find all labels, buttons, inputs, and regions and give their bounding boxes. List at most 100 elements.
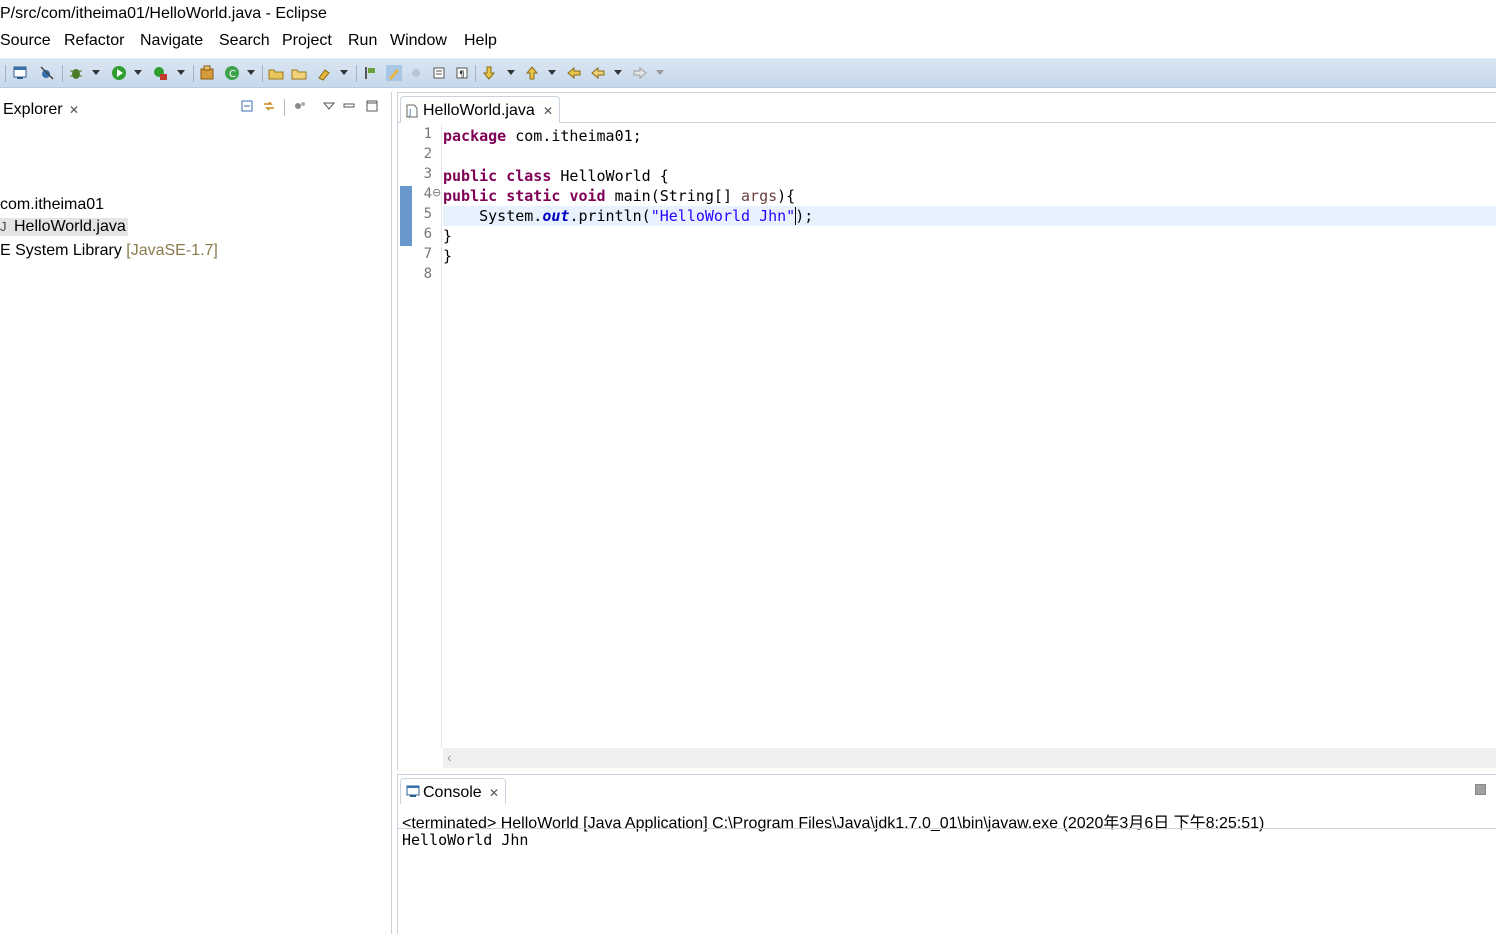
line-number: 3 xyxy=(423,166,432,182)
menu-navigate[interactable]: Navigate xyxy=(140,32,203,50)
new-java-class-icon[interactable]: C xyxy=(224,65,240,81)
open-perspective-icon[interactable] xyxy=(12,65,28,81)
tab-label: HelloWorld.java xyxy=(423,102,535,119)
editor-tab-bar: J HelloWorld.java ✕ xyxy=(398,93,1496,123)
next-edit-icon[interactable] xyxy=(481,65,497,81)
run-dropdown-icon[interactable] xyxy=(134,70,142,75)
library-label: E System Library xyxy=(0,242,122,259)
text-caret xyxy=(795,207,796,225)
toolbar-separator xyxy=(5,65,6,82)
debug-dropdown-icon[interactable] xyxy=(92,70,100,75)
menu-window[interactable]: Window xyxy=(390,32,447,50)
view-menu-icon[interactable] xyxy=(322,99,336,113)
previous-edit-icon[interactable] xyxy=(524,65,540,81)
new-class-dropdown-icon[interactable] xyxy=(247,70,255,75)
fold-toggle-icon[interactable]: ⊖ xyxy=(432,186,441,199)
last-edit-location-icon[interactable] xyxy=(566,65,582,81)
tree-package-com-itheima01[interactable]: com.itheima01 xyxy=(0,196,104,214)
menu-bar: Source Refactor Navigate Search Project … xyxy=(0,30,1496,54)
svg-text:J: J xyxy=(408,108,411,117)
link-with-editor-icon[interactable] xyxy=(262,99,276,113)
external-tools-dropdown-icon[interactable] xyxy=(177,70,185,75)
maximize-icon[interactable] xyxy=(365,99,379,113)
menu-help[interactable]: Help xyxy=(464,32,497,50)
console-icon xyxy=(406,785,420,797)
forward-icon[interactable] xyxy=(632,65,648,81)
line-number: 8 xyxy=(423,266,432,282)
tab-package-explorer[interactable]: Explorer ✕ xyxy=(0,95,90,123)
new-java-project-icon[interactable] xyxy=(199,65,215,81)
package-explorer-view: Explorer ✕ com.itheima01 J HelloWorld.jav… xyxy=(0,92,392,934)
forward-dropdown-icon[interactable] xyxy=(656,70,664,75)
previous-edit-dropdown-icon[interactable] xyxy=(548,70,556,75)
code-line: package com.itheima01; xyxy=(443,127,642,145)
line-number: 4 xyxy=(423,186,432,202)
tab-label: Console xyxy=(423,784,482,801)
focus-on-active-task-icon[interactable] xyxy=(293,99,307,113)
code-line: } xyxy=(443,247,453,265)
window-title: P/src/com/itheima01/HelloWorld.java - Ec… xyxy=(0,5,327,22)
toolbar-separator xyxy=(262,65,263,82)
line-number: 7 xyxy=(423,246,432,262)
line-number-gutter: 1 2 3 4 ⊖ 5 6 7 8 xyxy=(412,124,442,748)
console-divider xyxy=(398,828,1496,829)
console-view: Console ✕ <terminated> HelloWorld [Java … xyxy=(397,774,1496,934)
code-line: } xyxy=(443,227,453,245)
code-line: System.out.println("HelloWorld Jhn"); xyxy=(443,207,814,225)
close-icon[interactable]: ✕ xyxy=(489,786,499,800)
search-dropdown-icon[interactable] xyxy=(340,70,348,75)
line-number: 1 xyxy=(423,126,432,142)
tree-jre-system-library[interactable]: E System Library [JavaSE-1.7] xyxy=(0,242,218,260)
change-marker xyxy=(400,186,412,246)
line-number: 2 xyxy=(423,146,432,162)
close-icon[interactable]: ✕ xyxy=(543,104,553,118)
overview-ruler xyxy=(398,124,412,748)
line-number: 6 xyxy=(423,226,432,242)
run-icon[interactable] xyxy=(111,65,127,81)
svg-text:¶: ¶ xyxy=(459,70,465,80)
tree-file-helloworld[interactable]: J HelloWorld.java xyxy=(0,218,128,236)
horizontal-scrollbar[interactable]: ‹ xyxy=(443,748,1496,768)
menu-search[interactable]: Search xyxy=(219,32,270,50)
java-file-icon: J xyxy=(0,219,7,234)
open-folder-icon[interactable] xyxy=(291,65,307,81)
scroll-left-icon[interactable]: ‹ xyxy=(447,749,452,765)
back-dropdown-icon[interactable] xyxy=(614,70,622,75)
toggle-mark-occurrences-icon[interactable] xyxy=(362,65,378,81)
package-label: com.itheima01 xyxy=(0,196,105,213)
toggle-block-selection-icon[interactable] xyxy=(386,65,402,81)
menu-source[interactable]: Source xyxy=(0,32,51,50)
file-label: HelloWorld.java xyxy=(14,218,126,235)
next-edit-dropdown-icon[interactable] xyxy=(507,70,515,75)
menu-run[interactable]: Run xyxy=(348,32,377,50)
open-type-icon[interactable] xyxy=(268,65,284,81)
minimize-icon[interactable] xyxy=(342,99,356,113)
next-annotation-icon[interactable] xyxy=(431,65,447,81)
tab-helloworld-java[interactable]: J HelloWorld.java ✕ xyxy=(400,96,560,123)
debug-icon[interactable] xyxy=(68,65,84,81)
tab-console[interactable]: Console ✕ xyxy=(400,778,506,804)
java-file-icon: J xyxy=(406,104,418,118)
search-icon[interactable] xyxy=(316,65,332,81)
show-whitespace-icon[interactable] xyxy=(408,65,424,81)
close-icon[interactable]: ✕ xyxy=(69,103,79,117)
library-decoration: [JavaSE-1.7] xyxy=(126,242,218,259)
skip-breakpoints-icon[interactable] xyxy=(39,65,55,81)
tab-label: Explorer xyxy=(3,101,63,118)
main-toolbar: C ¶ xyxy=(0,58,1496,88)
menu-project[interactable]: Project xyxy=(282,32,332,50)
toolbar-separator xyxy=(475,65,476,82)
previous-annotation-icon[interactable]: ¶ xyxy=(454,65,470,81)
java-editor: J HelloWorld.java ✕ 1 2 3 4 ⊖ 5 6 7 8 pa… xyxy=(397,92,1496,770)
collapse-all-icon[interactable] xyxy=(240,99,254,113)
back-icon[interactable] xyxy=(590,65,606,81)
menu-refactor[interactable]: Refactor xyxy=(64,32,124,50)
external-tools-icon[interactable] xyxy=(152,65,168,81)
toolbar-separator xyxy=(356,65,357,82)
console-output[interactable]: HelloWorld Jhn xyxy=(402,831,528,849)
terminate-icon[interactable] xyxy=(1475,784,1486,795)
title-bar: P/src/com/itheima01/HelloWorld.java - Ec… xyxy=(0,0,1496,30)
console-status-line: <terminated> HelloWorld [Java Applicatio… xyxy=(402,815,1265,832)
code-text-area[interactable]: package com.itheima01; public class Hell… xyxy=(443,124,1496,748)
code-line: public static void main(String[] args){ xyxy=(443,187,796,205)
